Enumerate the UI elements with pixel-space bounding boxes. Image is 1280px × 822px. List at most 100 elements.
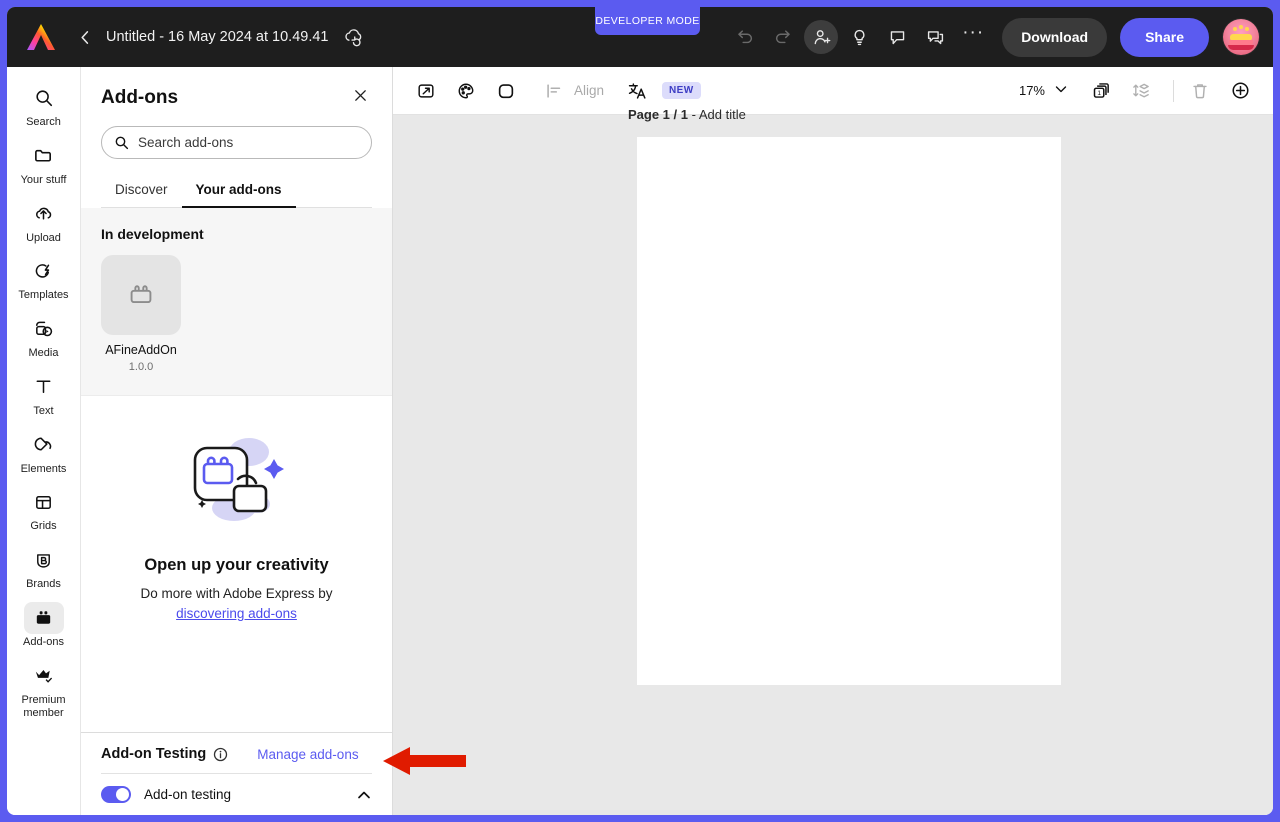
empty-state-subtitle: Do more with Adobe Express by discoverin… [140,584,332,625]
sidebar-item-elements[interactable]: Elements [12,426,76,478]
divider [101,773,372,774]
search-icon [114,135,129,150]
reorder-pages-icon [1124,74,1158,108]
sidebar-item-brands[interactable]: Brands [12,541,76,593]
sidebar-label: Elements [20,462,67,475]
addon-testing-toggle-row: Add-on testing [101,786,372,803]
addon-name: AFineAddOn [105,343,177,357]
share-button[interactable]: Share [1120,17,1209,57]
search-input-wrapper[interactable] [101,126,372,159]
sidebar-label: Premium member [21,693,66,720]
align-icon [537,74,571,108]
more-options-icon[interactable]: ··· [956,20,990,54]
translate-icon[interactable] [620,74,654,108]
chevron-up-icon[interactable] [356,787,372,803]
templates-icon [24,255,64,287]
align-label: Align [574,83,605,98]
addons-icon [23,601,64,634]
sidebar-label: Upload [26,231,61,244]
search-input[interactable] [138,135,359,150]
tab-discover[interactable]: Discover [101,176,182,208]
page-title: Add-ons [101,86,179,108]
redo-icon[interactable] [766,20,800,54]
text-icon [24,371,64,403]
elements-icon [24,429,64,461]
chat-bubbles-icon[interactable] [918,20,952,54]
new-badge: NEW [662,82,701,99]
chevron-down-icon[interactable] [1052,80,1074,102]
sidebar-item-media[interactable]: Media [12,310,76,362]
manage-add-ons-link[interactable]: Manage add-ons [257,747,358,762]
cloud-sync-icon [342,27,364,47]
sidebar-item-grids[interactable]: Grids [12,483,76,535]
comment-icon[interactable] [880,20,914,54]
resize-icon[interactable] [409,74,443,108]
media-icon [24,313,64,345]
tab-your-add-ons[interactable]: Your add-ons [181,176,296,208]
sidebar-item-search[interactable]: Search [12,79,76,131]
document-title[interactable]: Untitled - 16 May 2024 at 10.49.41 [106,29,328,45]
in-development-heading: In development [101,226,204,242]
document-page[interactable] [637,137,1061,685]
sidebar-item-upload[interactable]: Upload [12,195,76,247]
add-person-icon[interactable] [804,20,839,54]
adobe-express-logo-icon[interactable] [24,22,58,52]
sidebar-label: Templates [18,289,69,302]
sidebar-item-add-ons[interactable]: Add-ons [12,599,76,651]
panel-header: Add-ons Discover Your add-ons [81,67,392,208]
download-button[interactable]: Download [1002,17,1108,57]
addon-testing-header: Add-on Testing Manage add-ons [101,746,372,762]
red-arrow-left-icon [383,747,466,775]
sidebar-item-text[interactable]: Text [12,368,76,420]
add-page-icon[interactable] [1223,74,1257,108]
addon-testing-toggle-label: Add-on testing [144,787,232,802]
addon-version: 1.0.0 [128,360,154,373]
rounded-square-icon[interactable] [489,74,523,108]
avatar[interactable] [1223,19,1259,55]
canvas-toolbar-right: 17% 1 [1019,74,1257,108]
canvas-area: Align NEW 17% 1 Page 1 / 1 - Add title [393,67,1273,815]
addon-unlock-illustration-icon [177,426,297,536]
lightbulb-icon[interactable] [842,20,876,54]
sidebar-item-templates[interactable]: Templates [12,252,76,304]
sidebar-label: Grids [30,520,57,533]
divider [1173,79,1174,102]
page-number: Page 1 / 1 [628,107,688,122]
developer-mode-badge: DEVELOPER MODE [595,7,700,35]
color-palette-icon[interactable] [449,74,483,108]
addon-placeholder-icon [101,255,181,335]
discover-addons-link[interactable]: discovering add-ons [176,606,297,621]
addons-panel: Add-ons Discover Your add-ons [81,67,393,815]
panel-title-row: Add-ons [101,85,372,110]
back-button[interactable] [72,24,98,50]
sidebar-item-premium-member[interactable]: Premium member [12,657,76,723]
addon-testing-section: Add-on Testing Manage add-ons Add-on tes… [81,732,392,815]
grids-icon [24,486,64,518]
info-icon[interactable] [213,747,228,762]
toggle-knob [116,788,129,801]
top-bar-actions: ··· Download Share [728,7,1259,67]
sidebar-label: Brands [26,578,61,590]
sidebar-label: Add-ons [23,635,64,648]
addon-card[interactable]: AFineAddOn 1.0.0 [101,255,181,373]
align-control: Align [537,74,604,108]
sidebar-item-your-stuff[interactable]: Your stuff [12,137,76,189]
undo-icon[interactable] [728,20,762,54]
panel-tabs: Discover Your add-ons [101,176,372,208]
canvas-toolbar: Align NEW 17% 1 [393,67,1273,115]
trash-icon [1183,74,1217,108]
page-title-placeholder[interactable]: - Add title [692,107,746,122]
crown-icon [24,660,64,692]
in-development-section: In development AFineAddOn 1.0.0 [81,208,392,396]
addon-testing-title: Add-on Testing [101,746,207,762]
zoom-level[interactable]: 17% [1019,83,1045,98]
sidebar-label: Your stuff [20,173,67,186]
page-label: Page 1 / 1 - Add title [628,107,746,122]
pages-icon[interactable]: 1 [1084,74,1118,108]
sidebar-label: Media [28,347,59,359]
app-window: Untitled - 16 May 2024 at 10.49.41 ··· D… [7,7,1273,815]
developer-mode-frame: Untitled - 16 May 2024 at 10.49.41 ··· D… [0,0,1280,822]
addon-testing-toggle[interactable] [101,786,131,803]
empty-state-subtitle-text: Do more with Adobe Express by [140,585,333,601]
close-icon[interactable] [349,85,372,110]
